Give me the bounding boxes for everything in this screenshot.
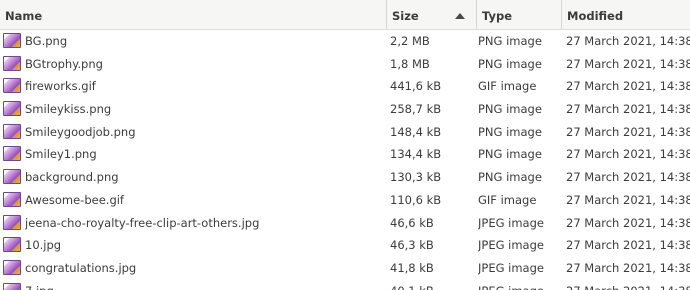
file-size: 46,3 kB bbox=[390, 238, 434, 253]
image-file-icon bbox=[3, 146, 21, 162]
column-header-modified[interactable]: Modified bbox=[561, 0, 690, 29]
file-modified: 27 March 2021, 14:38 bbox=[566, 238, 690, 253]
image-file-icon bbox=[3, 78, 21, 94]
file-size: 40,1 kB bbox=[390, 280, 474, 290]
file-type: PNG image bbox=[478, 102, 542, 117]
file-modified: 27 March 2021, 14:38 bbox=[566, 56, 690, 71]
file-modified: 27 March 2021, 14:38 bbox=[566, 102, 690, 117]
file-type: PNG image bbox=[478, 124, 542, 139]
file-row[interactable]: 10.jpg 46,3 kB JPEG image 27 March 2021, 14… bbox=[0, 234, 690, 257]
image-file-icon bbox=[3, 191, 21, 207]
file-name: BG.png bbox=[25, 34, 68, 48]
file-name: jeena-cho-royalty-free-clip-art-others.j… bbox=[25, 215, 260, 230]
file-row[interactable]: Smileykiss.png 258,7 kB PNG image 27 March … bbox=[0, 98, 690, 121]
file-modified: 27 March 2021, 14:38 bbox=[566, 280, 690, 290]
column-header-name[interactable]: Name bbox=[0, 0, 386, 29]
file-modified: 27 March 2021, 14:38 bbox=[566, 192, 690, 207]
file-type: JPEG image bbox=[478, 238, 544, 253]
file-rows: BG.png 2,2 MB PNG image 27 March 2021, 14:3… bbox=[0, 30, 690, 290]
file-name: fireworks.gif bbox=[25, 79, 96, 94]
file-row[interactable]: congratulations.jpg 41,8 kB JPEG image 27 M… bbox=[0, 257, 690, 280]
column-header-bar: Name Size Type Modified bbox=[0, 0, 690, 30]
file-size: 258,7 kB bbox=[390, 102, 442, 117]
file-modified: 27 March 2021, 14:38 bbox=[566, 124, 690, 139]
image-file-icon bbox=[3, 55, 21, 71]
file-type: PNG image bbox=[478, 56, 542, 71]
image-file-icon bbox=[3, 169, 21, 185]
file-row[interactable]: 7.jpg 40,1 kB JPEG image 27 March 2021, 14:… bbox=[0, 280, 690, 290]
file-modified: 27 March 2021, 14:38 bbox=[566, 79, 690, 94]
image-file-icon bbox=[3, 282, 21, 290]
sort-up-arrow-icon[interactable] bbox=[455, 13, 465, 19]
image-file-icon bbox=[3, 214, 21, 230]
file-name: Smileygoodjob.png bbox=[25, 124, 136, 139]
file-size: 2,2 MB bbox=[390, 34, 430, 48]
file-name: Smiley1.png bbox=[25, 147, 97, 162]
file-name: BGtrophy.png bbox=[25, 56, 103, 71]
file-list-view: Name Size Type Modified BG.png 2,2 MB PNG … bbox=[0, 0, 690, 290]
file-name: congratulations.jpg bbox=[25, 260, 137, 275]
file-row[interactable]: Awesome-bee.gif 110,6 kB GIF image 27 March… bbox=[0, 189, 690, 212]
file-size: 41,8 kB bbox=[390, 260, 434, 275]
image-file-icon bbox=[3, 123, 21, 139]
file-type: PNG image bbox=[478, 34, 542, 48]
file-size: 1,8 MB bbox=[390, 56, 430, 71]
file-row[interactable]: jeena-cho-royalty-free-clip-art-others.j… bbox=[0, 212, 690, 235]
file-row[interactable]: Smileygoodjob.png 148,4 kB PNG image 27 Mar… bbox=[0, 121, 690, 144]
file-modified: 27 March 2021, 14:38 bbox=[566, 34, 690, 48]
image-file-icon bbox=[3, 101, 21, 117]
file-row[interactable]: background.png 130,3 kB PNG image 27 March … bbox=[0, 166, 690, 189]
file-name: Awesome-bee.gif bbox=[25, 192, 124, 207]
column-header-type[interactable]: Type bbox=[476, 0, 561, 29]
file-size: 148,4 kB bbox=[390, 124, 442, 139]
file-size: 134,4 kB bbox=[390, 147, 442, 162]
image-file-icon bbox=[3, 33, 21, 48]
file-type: GIF image bbox=[478, 79, 537, 94]
file-type: PNG image bbox=[478, 170, 542, 185]
image-file-icon bbox=[3, 259, 21, 275]
file-row[interactable]: BG.png 2,2 MB PNG image 27 March 2021, 14:3… bbox=[0, 30, 690, 53]
file-type: JPEG image bbox=[478, 260, 544, 275]
file-name: 7.jpg bbox=[25, 280, 383, 290]
file-type: GIF image bbox=[478, 192, 537, 207]
file-type: JPEG image bbox=[478, 280, 560, 290]
file-row[interactable]: fireworks.gif 441,6 kB GIF image 27 March 2… bbox=[0, 75, 690, 98]
file-modified: 27 March 2021, 14:38 bbox=[566, 147, 690, 162]
file-type: PNG image bbox=[478, 147, 542, 162]
file-modified: 27 March 2021, 14:38 bbox=[566, 260, 690, 275]
file-type: JPEG image bbox=[478, 215, 544, 230]
file-size: 130,3 kB bbox=[390, 170, 442, 185]
file-size: 46,6 kB bbox=[390, 215, 434, 230]
file-name: Smileykiss.png bbox=[25, 102, 112, 117]
file-modified: 27 March 2021, 14:38 bbox=[566, 170, 690, 185]
file-size: 441,6 kB bbox=[390, 79, 442, 94]
file-size: 110,6 kB bbox=[390, 192, 442, 207]
file-name: 10.jpg bbox=[25, 238, 62, 253]
file-modified: 27 March 2021, 14:38 bbox=[566, 215, 690, 230]
image-file-icon bbox=[3, 237, 21, 253]
file-row[interactable]: Smiley1.png 134,4 kB PNG image 27 March 202… bbox=[0, 143, 690, 166]
file-name: background.png bbox=[25, 170, 119, 185]
file-row[interactable]: BGtrophy.png 1,8 MB PNG image 27 March 2021… bbox=[0, 53, 690, 76]
